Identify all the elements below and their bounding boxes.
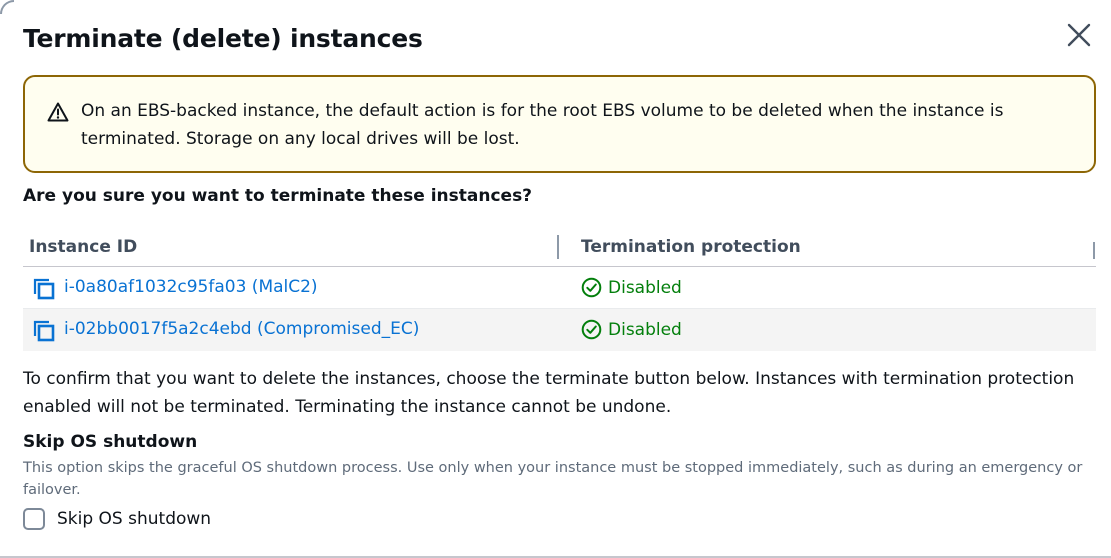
table-header: Instance ID Termination protection <box>23 230 1096 267</box>
check-circle-icon <box>581 277 602 298</box>
skip-os-shutdown-checkbox[interactable] <box>23 508 45 530</box>
warning-alert: On an EBS-backed instance, the default a… <box>23 75 1096 173</box>
instance-id-link[interactable]: i-02bb0017f5a2c4ebd (Compromised_EC) <box>64 319 419 339</box>
termination-protection-value: Disabled <box>608 319 682 340</box>
column-header-instance-id: Instance ID <box>29 237 138 257</box>
termination-protection-value: Disabled <box>608 277 682 298</box>
instances-table: Instance ID Termination protection i-0a8… <box>23 230 1096 351</box>
table-row: i-02bb0017f5a2c4ebd (Compromised_EC) Dis… <box>23 309 1096 351</box>
confirmation-question: Are you sure you want to terminate these… <box>23 186 533 206</box>
dialog-title: Terminate (delete) instances <box>23 24 423 53</box>
skip-os-shutdown-description: This option skips the graceful OS shutdo… <box>23 460 1083 498</box>
confirmation-instructions: To confirm that you want to delete the i… <box>23 369 1075 417</box>
skip-os-shutdown-heading: Skip OS shutdown <box>23 432 198 452</box>
close-icon <box>1067 23 1091 47</box>
column-resizer[interactable] <box>557 235 559 259</box>
status-indicator: Disabled <box>581 319 682 340</box>
column-resizer[interactable] <box>1093 242 1095 259</box>
modal-corner <box>0 0 14 14</box>
warning-triangle-icon <box>47 102 69 122</box>
skip-os-shutdown-label[interactable]: Skip OS shutdown <box>57 509 211 529</box>
table-row: i-0a80af1032c95fa03 (MalC2) Disabled <box>23 267 1096 309</box>
warning-text: On an EBS-backed instance, the default a… <box>81 101 1004 149</box>
status-indicator: Disabled <box>581 277 682 298</box>
instance-id-link[interactable]: i-0a80af1032c95fa03 (MalC2) <box>64 277 318 297</box>
close-button[interactable] <box>1062 20 1096 50</box>
copy-icon[interactable] <box>33 320 55 342</box>
skip-os-shutdown-option[interactable]: Skip OS shutdown <box>23 508 211 530</box>
terminate-instances-dialog: Terminate (delete) instances On an EBS-b… <box>0 0 1111 558</box>
copy-icon[interactable] <box>33 278 55 300</box>
check-circle-icon <box>581 319 602 340</box>
column-header-termination-protection: Termination protection <box>581 237 801 257</box>
